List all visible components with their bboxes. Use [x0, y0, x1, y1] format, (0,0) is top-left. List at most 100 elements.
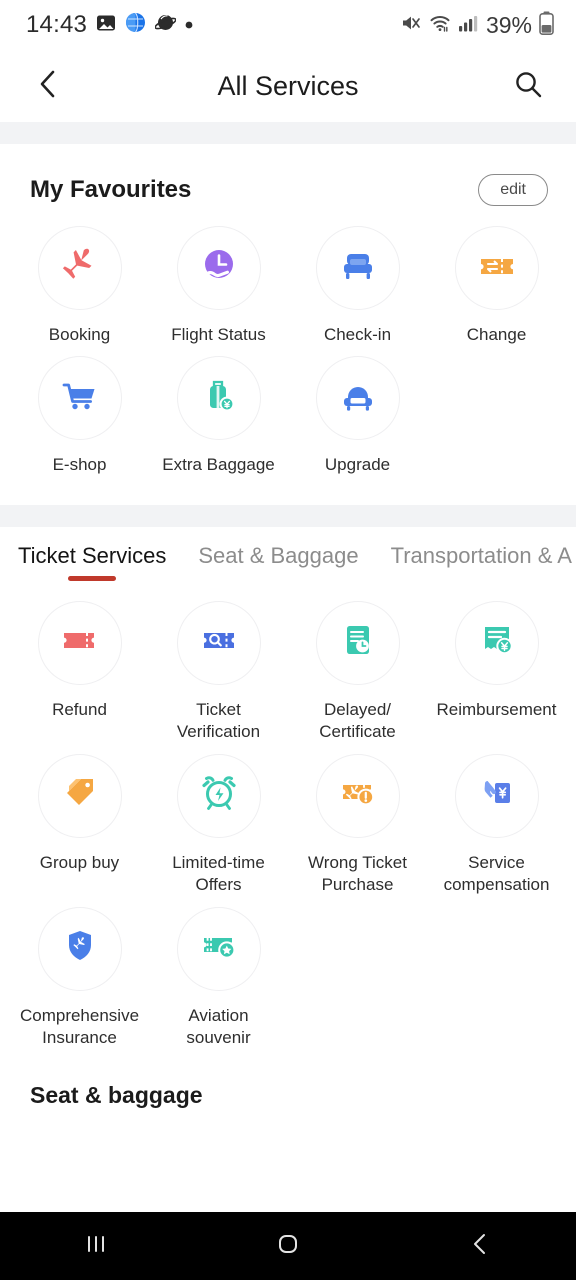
- icon-bubble: [315, 600, 400, 685]
- service-label: Wrong Ticket Purchase: [308, 852, 407, 895]
- home-button[interactable]: [243, 1212, 333, 1280]
- tab-transportation[interactable]: Transportation & A: [391, 543, 572, 581]
- icon-bubble: [454, 753, 539, 838]
- favourites-grid: Booking Flight Status Check-in Change E-…: [0, 206, 576, 483]
- planet-icon: [154, 12, 177, 38]
- icon-bubble: [37, 226, 122, 310]
- back-button[interactable]: [26, 64, 70, 108]
- status-time: 14:43: [26, 11, 88, 38]
- icon-bubble: [176, 226, 261, 310]
- icon-bubble: [454, 226, 539, 310]
- service-item-ticket-verification[interactable]: Ticket Verification: [149, 600, 288, 750]
- search-icon: [513, 69, 543, 104]
- nav-back-icon: [465, 1229, 495, 1264]
- service-item-refund[interactable]: Refund: [10, 600, 149, 750]
- icon-bubble: [176, 753, 261, 838]
- favourites-section: My Favourites edit Booking Flight Status…: [0, 144, 576, 505]
- tab-ticket-services[interactable]: Ticket Services: [18, 543, 166, 581]
- favourite-item-e-shop[interactable]: E-shop: [10, 356, 149, 482]
- grid-empty-slot: [427, 907, 566, 1056]
- alarm-clock-icon: [198, 772, 240, 819]
- battery-percent: 39%: [485, 11, 532, 38]
- favourite-item-change[interactable]: Change: [427, 226, 566, 352]
- status-bar: 14:43 39%: [0, 0, 576, 50]
- android-nav-bar: [0, 1212, 576, 1280]
- service-item-wrong-ticket-purchase[interactable]: Wrong Ticket Purchase: [288, 753, 427, 903]
- ticket-search-icon: [198, 619, 240, 666]
- price-tag-icon: [59, 772, 101, 819]
- baggage-yen-icon: [198, 375, 240, 422]
- favourite-item-booking[interactable]: Booking: [10, 226, 149, 352]
- service-label: Limited-time Offers: [172, 852, 265, 895]
- wifi-icon: [429, 12, 451, 39]
- icon-bubble: [315, 356, 400, 441]
- tab-seat-baggage[interactable]: Seat & Baggage: [198, 543, 358, 581]
- service-item-service-compensation[interactable]: Service compensation: [427, 753, 566, 903]
- favourite-label: Check-in: [323, 325, 392, 344]
- favourites-grid-empty-slot: [427, 356, 566, 482]
- hand-yen-card-icon: [476, 772, 518, 819]
- shopping-cart-icon: [59, 375, 101, 422]
- service-item-aviation-souvenir[interactable]: Aviation souvenir: [149, 906, 288, 1056]
- edit-favourites-button[interactable]: edit: [478, 174, 548, 206]
- favourite-item-check-in[interactable]: Check-in: [288, 226, 427, 352]
- icon-bubble: [37, 753, 122, 838]
- icon-bubble: [315, 226, 400, 310]
- recents-icon: [81, 1229, 111, 1264]
- service-item-limited-time-offers[interactable]: Limited-time Offers: [149, 753, 288, 903]
- favourite-item-extra-baggage[interactable]: Extra Baggage: [149, 356, 288, 482]
- favourites-title: My Favourites: [30, 176, 192, 203]
- scroll-content: My Favourites edit Booking Flight Status…: [0, 122, 576, 1280]
- favourite-label: E-shop: [52, 455, 107, 475]
- ticket-services-grid: Refund Ticket Verification Delayed/ Cert…: [0, 581, 576, 1056]
- battery-icon: [539, 11, 554, 40]
- signal-icon: [458, 13, 478, 38]
- back-chevron-icon: [35, 69, 61, 104]
- mute-icon: [400, 12, 422, 39]
- home-icon: [273, 1229, 303, 1264]
- service-item-group-buy[interactable]: Group buy: [10, 753, 149, 903]
- seat-icon: [337, 245, 379, 292]
- icon-bubble: [37, 906, 122, 991]
- favourite-label: Upgrade: [324, 455, 391, 475]
- service-label: Reimbursement: [436, 699, 557, 719]
- ticket-icon: [59, 619, 101, 666]
- service-item-comprehensive-insurance[interactable]: Comprehensive Insurance: [10, 906, 149, 1056]
- service-label: Service compensation: [443, 852, 550, 895]
- grid-empty-slot: [288, 907, 427, 1056]
- favourite-label: Extra Baggage: [162, 455, 275, 475]
- service-label: Comprehensive Insurance: [19, 1005, 140, 1048]
- document-clock-icon: [337, 619, 379, 666]
- search-button[interactable]: [506, 64, 550, 108]
- ticket-warning-icon: [337, 772, 379, 819]
- nav-back-button[interactable]: [435, 1212, 525, 1280]
- page-title: All Services: [217, 70, 359, 101]
- service-tabs-wrapper: Ticket Services Seat & Baggage Transport…: [0, 526, 576, 1109]
- favourite-item-flight-status[interactable]: Flight Status: [149, 226, 288, 352]
- icon-bubble: [176, 356, 261, 441]
- status-bar-left: 14:43: [26, 11, 193, 39]
- ticket-star-icon: [198, 925, 240, 972]
- service-label: Ticket Verification: [176, 699, 261, 742]
- favourite-label: Booking: [48, 325, 111, 344]
- favourites-header: My Favourites edit: [0, 144, 576, 206]
- clock-hand-icon: [198, 245, 240, 292]
- dot-icon: [185, 16, 193, 34]
- favourite-item-upgrade[interactable]: Upgrade: [288, 356, 427, 482]
- recents-button[interactable]: [51, 1212, 141, 1280]
- service-item-delayed-certificate[interactable]: Delayed/ Certificate: [288, 600, 427, 750]
- service-item-reimbursement[interactable]: Reimbursement: [427, 600, 566, 750]
- photo-icon: [96, 13, 116, 38]
- icon-bubble: [454, 600, 539, 685]
- service-tabs: Ticket Services Seat & Baggage Transport…: [0, 527, 576, 581]
- icon-bubble: [176, 600, 261, 685]
- icon-bubble: [37, 356, 122, 441]
- section-divider-top: [0, 122, 576, 144]
- shield-plane-icon: [59, 925, 101, 972]
- icon-bubble: [315, 753, 400, 838]
- service-label: Delayed/ Certificate: [319, 699, 396, 742]
- favourite-label: Flight Status: [171, 325, 266, 344]
- next-section-heading: Seat & baggage: [30, 1081, 203, 1108]
- icon-bubble: [176, 906, 261, 991]
- airplane-icon: [59, 245, 101, 292]
